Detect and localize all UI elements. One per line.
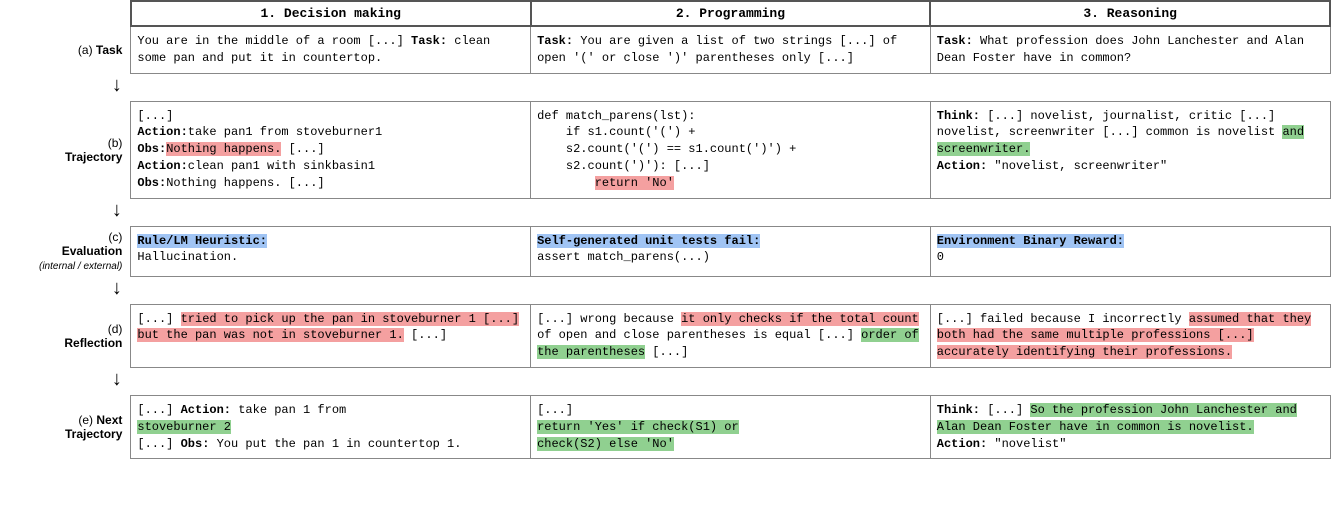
evaluation-col1: Rule/LM Heuristic: Hallucination.	[131, 226, 531, 276]
evaluation-col3: Environment Binary Reward: 0	[930, 226, 1330, 276]
reflection-label-prefix: (d)	[108, 322, 123, 336]
task-label-prefix: (a)	[78, 43, 96, 57]
next-trajectory-col3-content: Think: [...] So the profession John Lanc…	[937, 402, 1324, 452]
next-trajectory-col3: Think: [...] So the profession John Lanc…	[930, 395, 1330, 458]
evaluation-sub-label: (internal / external)	[39, 261, 122, 272]
evaluation-col2-content: Self-generated unit tests fail: assert m…	[537, 233, 924, 267]
task-col2-content: Task: You are given a list of two string…	[537, 33, 924, 67]
trajectory-col3: Think: [...] novelist, journalist, criti…	[930, 101, 1330, 198]
trajectory-label-prefix: (b)	[108, 136, 123, 150]
header-empty	[0, 1, 131, 26]
trajectory-col1-content: [...] Action:take pan1 from stoveburner1…	[137, 108, 524, 192]
next-trajectory-col1: [...] Action: take pan 1 from stoveburne…	[131, 395, 531, 458]
evaluation-col1-content: Rule/LM Heuristic: Hallucination.	[137, 233, 524, 267]
task-col1: You are in the middle of a room [...] Ta…	[131, 26, 531, 73]
trajectory-col3-content: Think: [...] novelist, journalist, criti…	[937, 108, 1324, 175]
row-evaluation-label: (c)Evaluation (internal / external)	[0, 226, 131, 276]
evaluation-col3-content: Environment Binary Reward: 0	[937, 233, 1324, 267]
reflection-col3-content: [...] failed because I incorrectly assum…	[937, 311, 1324, 361]
row-next-trajectory-label: (e) NextTrajectory	[0, 395, 131, 458]
next-trajectory-col2-content: [...] return 'Yes' if check(S1) or check…	[537, 402, 924, 452]
next-trajectory-col1-content: [...] Action: take pan 1 from stoveburne…	[137, 402, 524, 452]
col1-header: 1. Decision making	[131, 1, 531, 26]
next-trajectory-label-prefix: (e)	[78, 413, 96, 427]
task-label: Task	[96, 43, 122, 57]
reflection-col1-content: [...] tried to pick up the pan in stoveb…	[137, 311, 524, 345]
evaluation-col2: Self-generated unit tests fail: assert m…	[531, 226, 931, 276]
reflection-col2-content: [...] wrong because it only checks if th…	[537, 311, 924, 361]
task-col2: Task: You are given a list of two string…	[531, 26, 931, 73]
evaluation-label: Evaluation	[62, 244, 123, 258]
arrow-evaluation-reflection: ↓	[0, 276, 131, 304]
arrow-reflection-next: ↓	[0, 367, 131, 395]
arrow-task-trajectory: ↓	[0, 73, 131, 101]
next-trajectory-col2: [...] return 'Yes' if check(S1) or check…	[531, 395, 931, 458]
col2-header: 2. Programming	[531, 1, 931, 26]
reflection-col1: [...] tried to pick up the pan in stoveb…	[131, 304, 531, 367]
trajectory-col1: [...] Action:take pan1 from stoveburner1…	[131, 101, 531, 198]
trajectory-col2: def match_parens(lst): if s1.count('(') …	[531, 101, 931, 198]
reflection-label: Reflection	[64, 336, 122, 350]
reflection-col3: [...] failed because I incorrectly assum…	[930, 304, 1330, 367]
evaluation-label-prefix: (c)	[108, 230, 122, 244]
row-trajectory-label: (b)Trajectory	[0, 101, 131, 198]
row-task-label: (a) Task	[0, 26, 131, 73]
task-col3: Task: What profession does John Lanchest…	[930, 26, 1330, 73]
col3-header: 3. Reasoning	[930, 1, 1330, 26]
task-col1-content: You are in the middle of a room [...] Ta…	[137, 33, 524, 67]
trajectory-label: Trajectory	[65, 150, 122, 164]
trajectory-col2-content: def match_parens(lst): if s1.count('(') …	[537, 108, 924, 192]
task-col3-content: Task: What profession does John Lanchest…	[937, 33, 1324, 67]
row-reflection-label: (d)Reflection	[0, 304, 131, 367]
arrow-trajectory-evaluation: ↓	[0, 198, 131, 226]
reflection-col2: [...] wrong because it only checks if th…	[531, 304, 931, 367]
